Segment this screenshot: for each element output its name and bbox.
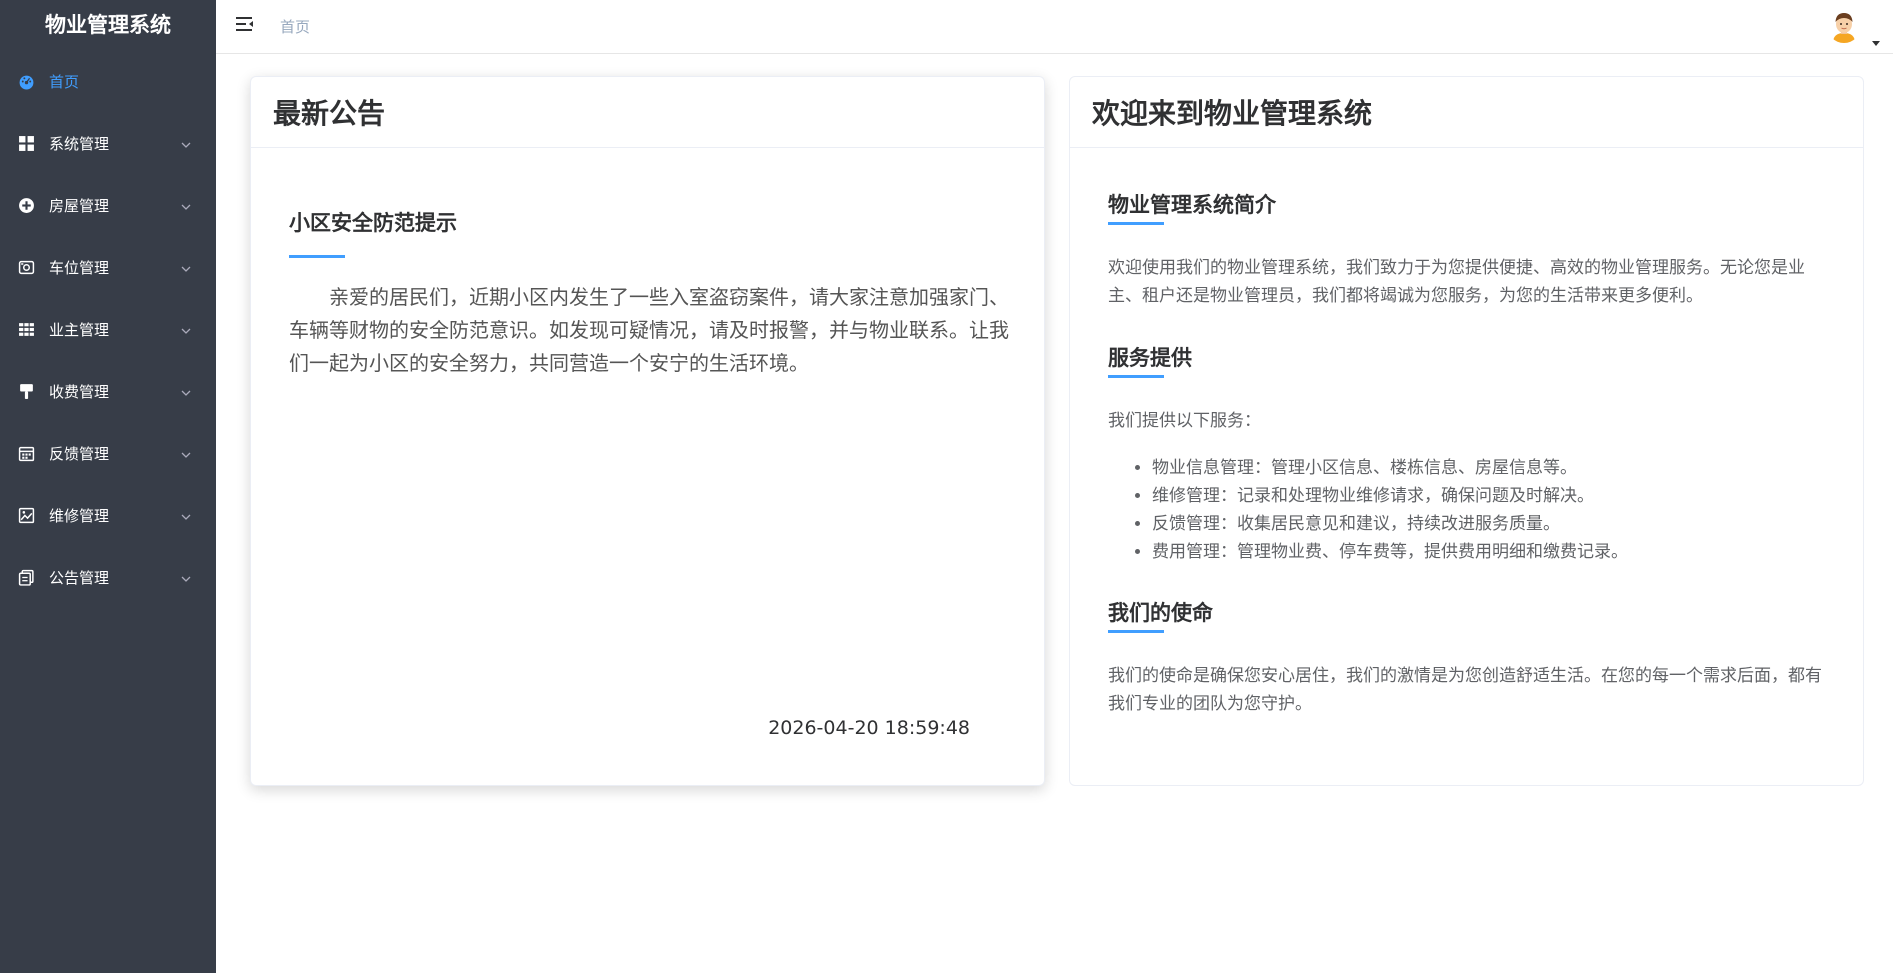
sidebar-item-home[interactable]: 首页	[0, 50, 216, 112]
table-icon	[17, 320, 35, 338]
sidebar-item-label: 业主管理	[49, 320, 110, 339]
sidebar-item-fee[interactable]: 收费管理	[0, 360, 216, 422]
services-list: 物业信息管理：管理小区信息、楼栋信息、房屋信息等。 维修管理：记录和处理物业维修…	[1152, 454, 1832, 566]
app-title: 物业管理系统	[45, 13, 171, 37]
chevron-down-icon	[180, 571, 192, 583]
intro-title: 物业管理系统简介	[1108, 193, 1276, 217]
chevron-down-icon	[180, 199, 192, 211]
chevron-down-icon	[180, 323, 192, 335]
notice-body: 亲爱的居民们，近期小区内发生了一些入室盗窃案件，请大家注意加强家门、车辆等财物的…	[289, 285, 1009, 375]
brush-icon	[17, 382, 35, 400]
mission-title: 我们的使命	[1108, 601, 1213, 625]
top-header: 首页	[216, 0, 1893, 54]
sidebar-item-owner[interactable]: 业主管理	[0, 298, 216, 360]
sidebar-item-label: 公告管理	[49, 568, 110, 587]
notice-card-header: 最新公告	[251, 77, 1044, 148]
notice-title: 小区安全防范提示	[289, 211, 457, 235]
chevron-down-icon	[180, 385, 192, 397]
welcome-card: 欢迎来到物业管理系统 物业管理系统简介 欢迎使用我们的物业管理系统，我们致力于为…	[1069, 76, 1864, 786]
chevron-down-icon	[180, 509, 192, 521]
parking-icon	[17, 258, 35, 276]
notice-title-underline	[289, 255, 345, 258]
notice-card: 最新公告 小区安全防范提示 亲爱的居民们，近期小区内发生了一些入室盗窃案件，请大…	[250, 76, 1045, 786]
sidebar-item-label: 房屋管理	[49, 196, 110, 215]
dashboard-icon	[17, 72, 35, 90]
sidebar-item-label: 车位管理	[49, 258, 110, 277]
avatar[interactable]	[1827, 9, 1861, 43]
welcome-card-header: 欢迎来到物业管理系统	[1070, 77, 1863, 148]
chevron-down-icon	[180, 447, 192, 459]
notice-card-title: 最新公告	[273, 97, 386, 130]
sidebar-item-repair[interactable]: 维修管理	[0, 484, 216, 546]
chevron-down-icon	[180, 137, 192, 149]
intro-text: 欢迎使用我们的物业管理系统，我们致力于为您提供便捷、高效的物业管理服务。无论您是…	[1108, 258, 1805, 306]
intro-title-underline	[1108, 222, 1164, 225]
welcome-card-title: 欢迎来到物业管理系统	[1092, 97, 1373, 130]
sidebar-item-label: 维修管理	[49, 506, 110, 525]
services-title: 服务提供	[1108, 346, 1192, 370]
document-icon	[17, 568, 35, 586]
list-item: 费用管理：管理物业费、停车费等，提供费用明细和缴费记录。	[1152, 538, 1832, 566]
list-item: 物业信息管理：管理小区信息、楼栋信息、房屋信息等。	[1152, 454, 1832, 482]
sidebar-menu: 首页 系统管理 房屋管理 车位管理 业主管理 收费管理 反馈管理 维修管理 公告…	[0, 50, 216, 608]
mission-text: 我们的使命是确保您安心居住，我们的激情是为您创造舒适生活。在您的每一个需求后面，…	[1108, 666, 1822, 714]
sidebar-item-label: 系统管理	[49, 134, 110, 153]
picture-icon	[17, 506, 35, 524]
list-item: 维修管理：记录和处理物业维修请求，确保问题及时解决。	[1152, 482, 1832, 510]
services-intro: 我们提供以下服务：	[1108, 411, 1261, 431]
notice-date: 2026-04-20 18:59:48	[768, 717, 970, 739]
house-icon	[17, 196, 35, 214]
list-item: 反馈管理：收集居民意见和建议，持续改进服务质量。	[1152, 510, 1832, 538]
calendar-icon	[17, 444, 35, 462]
sidebar-item-house[interactable]: 房屋管理	[0, 174, 216, 236]
chevron-down-icon	[180, 261, 192, 273]
services-title-underline	[1108, 375, 1164, 378]
sidebar-item-system[interactable]: 系统管理	[0, 112, 216, 174]
mission-title-underline	[1108, 630, 1164, 633]
sidebar-item-label: 反馈管理	[49, 444, 110, 463]
sidebar: 物业管理系统 首页 系统管理 房屋管理 车位管理 业主管理 收费管理 反馈管理 …	[0, 0, 216, 973]
sidebar-item-parking[interactable]: 车位管理	[0, 236, 216, 298]
sidebar-item-label: 收费管理	[49, 382, 110, 401]
grid-icon	[17, 134, 35, 152]
sidebar-item-label: 首页	[49, 72, 80, 91]
menu-collapse-icon[interactable]	[234, 14, 256, 36]
sidebar-item-feedback[interactable]: 反馈管理	[0, 422, 216, 484]
caret-down-icon[interactable]	[1871, 32, 1881, 46]
breadcrumb[interactable]: 首页	[280, 16, 310, 37]
sidebar-item-notice[interactable]: 公告管理	[0, 546, 216, 608]
